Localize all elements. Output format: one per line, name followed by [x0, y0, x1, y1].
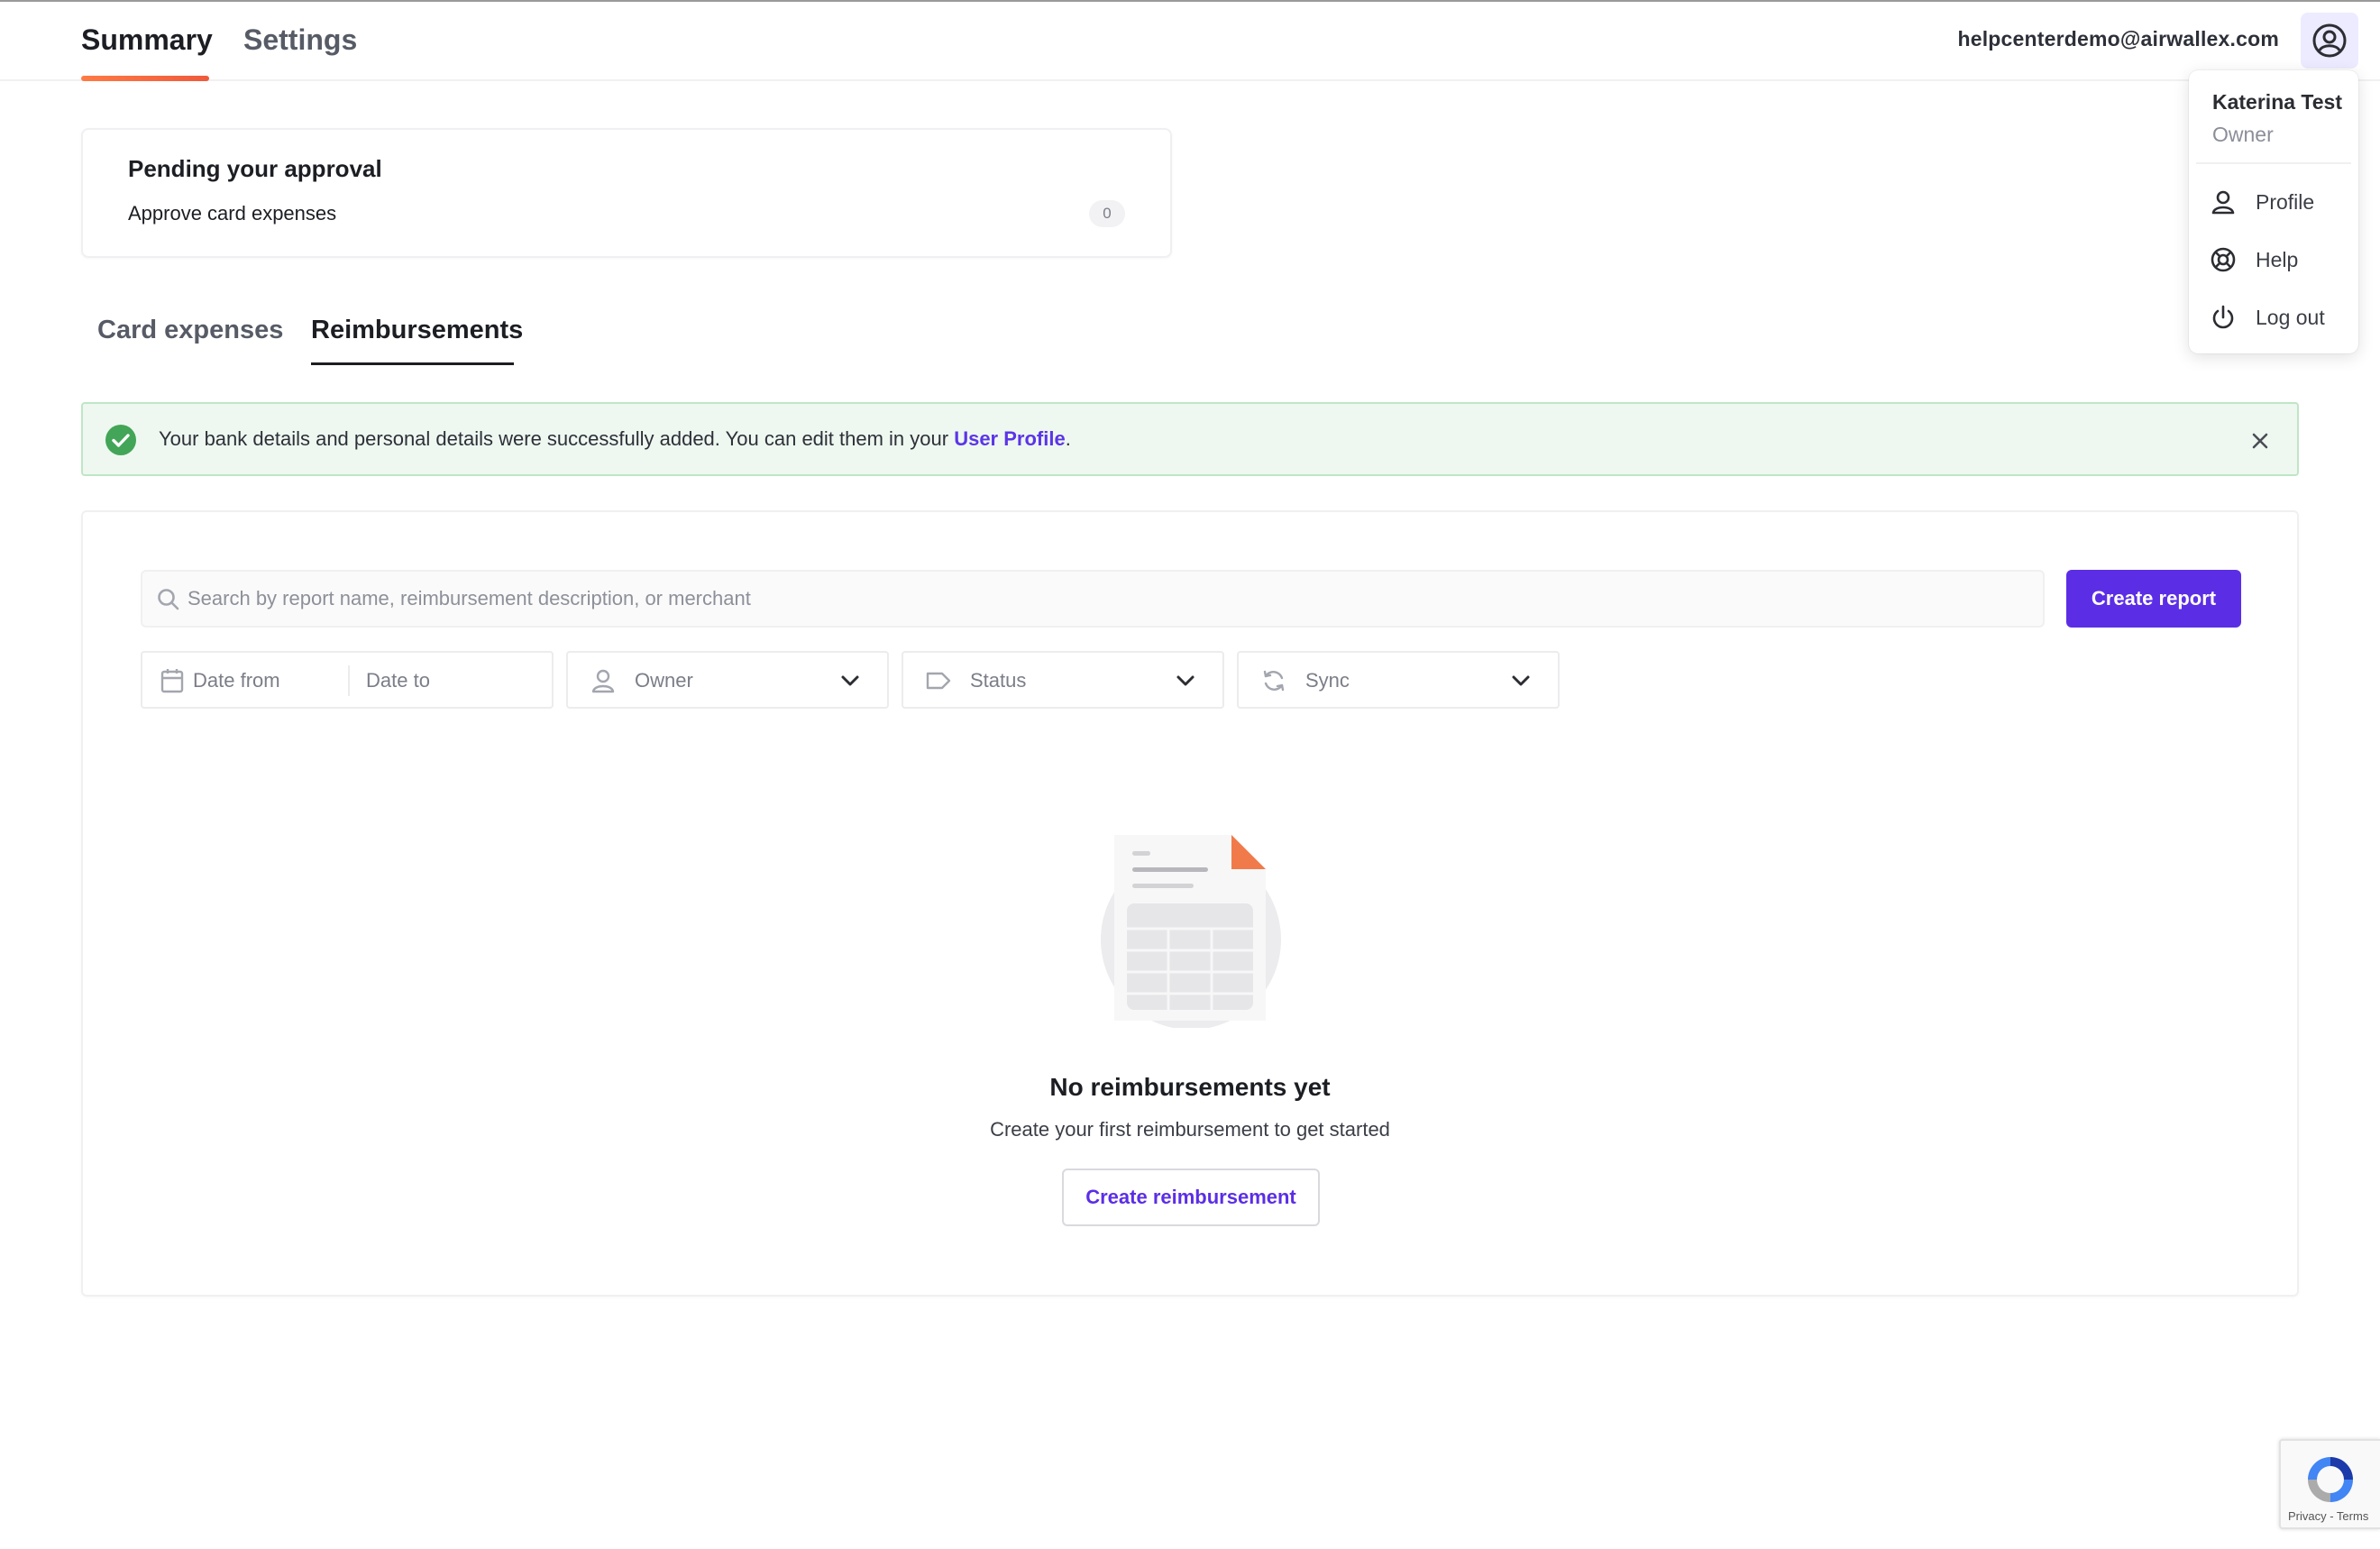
menu-item-label: Profile — [2256, 189, 2315, 214]
search-input[interactable] — [186, 572, 2025, 626]
tab-card-expenses[interactable]: Card expenses — [97, 316, 283, 345]
tab-reimbursements[interactable]: Reimbursements — [311, 316, 523, 345]
menu-user-role: Owner — [2212, 123, 2274, 146]
menu-item-label: Help — [2256, 247, 2299, 271]
top-navigation: Summary Settings helpcenterdemo@airwalle… — [0, 2, 2380, 81]
date-separator — [348, 665, 350, 696]
user-circle-icon — [2312, 23, 2347, 58]
pending-card-title: Pending your approval — [128, 155, 382, 182]
user-menu-dropdown: Katerina Test Owner Profile Help Log out — [2189, 70, 2358, 353]
date-range-filter[interactable]: Date from Date to — [141, 651, 554, 709]
reimbursements-panel: Create report Date from Date to Owner St… — [81, 510, 2299, 1297]
avatar-button[interactable] — [2301, 13, 2358, 69]
recaptcha-icon — [2308, 1457, 2353, 1502]
check-circle-icon — [105, 425, 136, 455]
pending-approval-card: Pending your approval Approve card expen… — [81, 128, 1172, 258]
nav-tab-settings[interactable]: Settings — [243, 23, 357, 57]
recaptcha-privacy-terms[interactable]: Privacy - Terms — [2288, 1509, 2368, 1523]
tag-icon — [925, 667, 952, 694]
sync-icon — [1260, 667, 1287, 694]
power-icon — [2207, 301, 2239, 334]
banner-suffix: . — [1065, 427, 1071, 450]
status-filter-select[interactable]: Status — [902, 651, 1224, 709]
success-banner: Your bank details and personal details w… — [81, 402, 2299, 476]
banner-text: Your bank details and personal details w… — [159, 427, 955, 450]
chevron-down-icon — [841, 675, 859, 686]
lifebuoy-icon — [2207, 243, 2239, 276]
sync-filter-label: Sync — [1305, 669, 1350, 692]
search-icon — [158, 589, 179, 610]
owner-filter-label: Owner — [635, 669, 693, 692]
status-filter-label: Status — [970, 669, 1027, 692]
menu-item-help[interactable]: Help — [2189, 233, 2358, 287]
date-to-input[interactable]: Date to — [366, 669, 430, 692]
approve-card-expenses-link[interactable]: Approve card expenses — [128, 202, 336, 225]
person-icon — [590, 667, 617, 694]
menu-item-logout[interactable]: Log out — [2189, 290, 2358, 344]
create-reimbursement-button[interactable]: Create reimbursement — [1062, 1169, 1320, 1226]
close-icon — [2252, 433, 2268, 449]
active-tab-underline — [311, 362, 514, 365]
recaptcha-badge[interactable]: Privacy - Terms — [2279, 1439, 2380, 1529]
empty-state-subtitle: Create your first reimbursement to get s… — [990, 1118, 1390, 1141]
menu-divider — [2196, 162, 2351, 164]
create-report-button[interactable]: Create report — [2066, 570, 2241, 628]
menu-item-label: Log out — [2256, 305, 2325, 329]
active-nav-underline — [81, 76, 209, 81]
pending-count-badge: 0 — [1089, 200, 1125, 227]
owner-filter-select[interactable]: Owner — [566, 651, 889, 709]
menu-user-name: Katerina Test — [2212, 90, 2343, 114]
menu-item-profile[interactable]: Profile — [2189, 175, 2358, 229]
close-banner-button[interactable] — [2247, 427, 2274, 454]
calendar-icon — [159, 667, 186, 694]
nav-tab-summary[interactable]: Summary — [81, 23, 213, 57]
date-from-input[interactable]: Date from — [193, 669, 280, 692]
empty-state-title: No reimbursements yet — [1049, 1073, 1331, 1101]
banner-message: Your bank details and personal details w… — [159, 427, 1071, 451]
search-box — [141, 570, 2045, 628]
user-profile-link[interactable]: User Profile — [954, 427, 1066, 450]
empty-document-illustration — [1101, 835, 1281, 1028]
user-email: helpcenterdemo@airwallex.com — [1957, 27, 2279, 50]
sync-filter-select[interactable]: Sync — [1237, 651, 1560, 709]
person-icon — [2207, 186, 2239, 218]
chevron-down-icon — [1176, 675, 1195, 686]
chevron-down-icon — [1512, 675, 1530, 686]
